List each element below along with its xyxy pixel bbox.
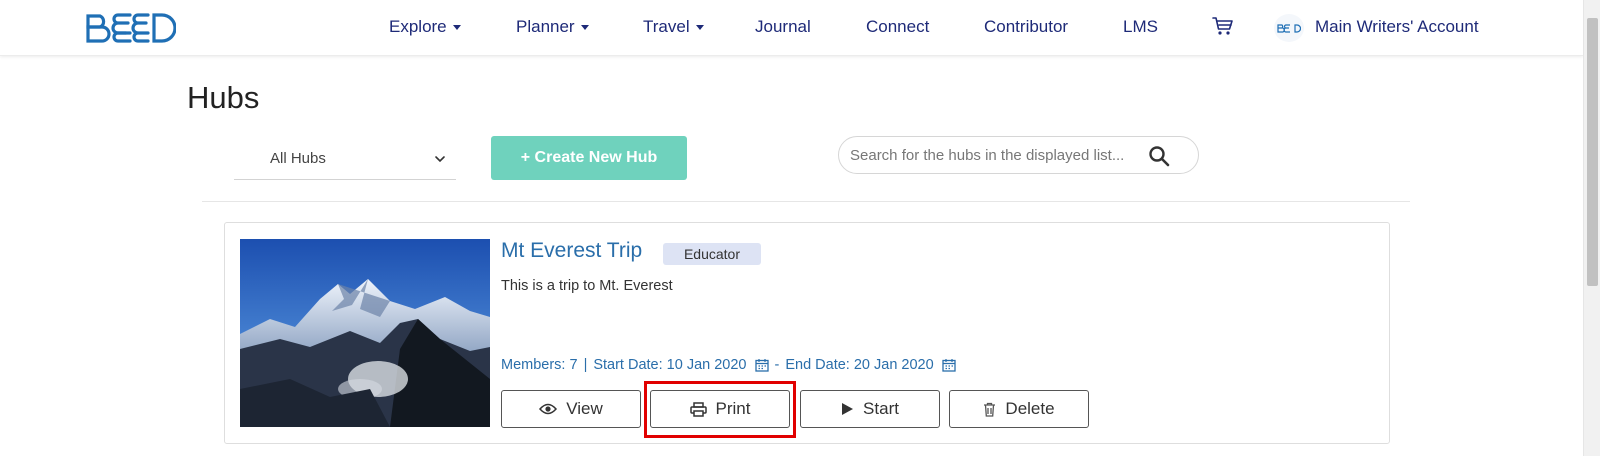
start-button-label: Start <box>863 399 899 418</box>
print-button-label: Print <box>715 399 751 418</box>
caret-down-icon <box>580 24 589 30</box>
page-scrollbar[interactable] <box>1583 0 1600 456</box>
nav-travel-label: Travel <box>643 17 690 36</box>
calendar-icon <box>942 359 956 372</box>
delete-button[interactable]: Delete <box>949 390 1089 428</box>
beed-mini-logo-icon <box>1277 24 1301 33</box>
printer-icon <box>689 401 707 417</box>
hub-filter-select[interactable]: All Hubs <box>234 138 456 180</box>
hub-role-badge: Educator <box>663 243 761 265</box>
nav-connect-label: Connect <box>866 17 930 36</box>
hub-search-input[interactable] <box>850 146 1150 164</box>
hub-meta: Members: 7 | Start Date: 10 Jan 2020 - E… <box>501 357 956 373</box>
nav-planner[interactable]: Planner <box>516 17 589 37</box>
print-button[interactable]: Print <box>650 390 790 428</box>
create-new-hub-button[interactable]: + Create New Hub <box>491 136 687 180</box>
view-button-label: View <box>566 399 603 418</box>
hub-title[interactable]: Mt Everest Trip <box>501 239 642 263</box>
meta-separator: | <box>583 357 588 373</box>
page-title: Hubs <box>187 80 260 115</box>
nav-explore-label: Explore <box>389 17 447 36</box>
beed-logo[interactable] <box>84 10 176 44</box>
cart-icon[interactable] <box>1212 16 1234 36</box>
eye-icon <box>539 403 558 415</box>
nav-lms-label: LMS <box>1123 17 1158 36</box>
search-icon[interactable] <box>1148 145 1170 167</box>
hub-cover-image[interactable] <box>240 239 490 427</box>
play-icon <box>842 403 854 415</box>
nav-journal-label: Journal <box>755 17 811 36</box>
account-name[interactable]: Main Writers' Account <box>1315 17 1479 37</box>
top-navbar: Explore Planner Travel Journal Connect C… <box>0 0 1583 56</box>
nav-lms[interactable]: LMS <box>1123 17 1158 37</box>
page: Explore Planner Travel Journal Connect C… <box>0 0 1600 456</box>
nav-connect[interactable]: Connect <box>866 17 929 37</box>
nav-travel[interactable]: Travel <box>643 17 704 37</box>
avatar[interactable] <box>1274 14 1304 42</box>
nav-contributor-label: Contributor <box>984 17 1069 36</box>
nav-explore[interactable]: Explore <box>389 17 461 37</box>
hub-members: Members: 7 <box>501 357 578 373</box>
trash-icon <box>984 402 996 417</box>
start-button[interactable]: Start <box>800 390 940 428</box>
hub-filter-value: All Hubs <box>270 150 326 167</box>
section-divider <box>202 201 1410 202</box>
nav-journal[interactable]: Journal <box>755 17 811 37</box>
nav-planner-label: Planner <box>516 17 575 36</box>
caret-down-icon <box>452 24 461 30</box>
caret-down-icon <box>695 24 704 30</box>
delete-button-label: Delete <box>1005 399 1055 418</box>
meta-dash: - <box>774 357 780 373</box>
hub-description: This is a trip to Mt. Everest <box>501 278 673 294</box>
calendar-icon <box>754 359 769 372</box>
hub-end-date: End Date: 20 Jan 2020 <box>785 357 934 373</box>
chevron-down-icon <box>435 156 445 163</box>
nav-contributor[interactable]: Contributor <box>984 17 1068 37</box>
view-button[interactable]: View <box>501 390 641 428</box>
scrollbar-thumb[interactable] <box>1587 18 1598 286</box>
hub-search-box <box>838 136 1199 174</box>
hub-start-date: Start Date: 10 Jan 2020 <box>593 357 747 373</box>
